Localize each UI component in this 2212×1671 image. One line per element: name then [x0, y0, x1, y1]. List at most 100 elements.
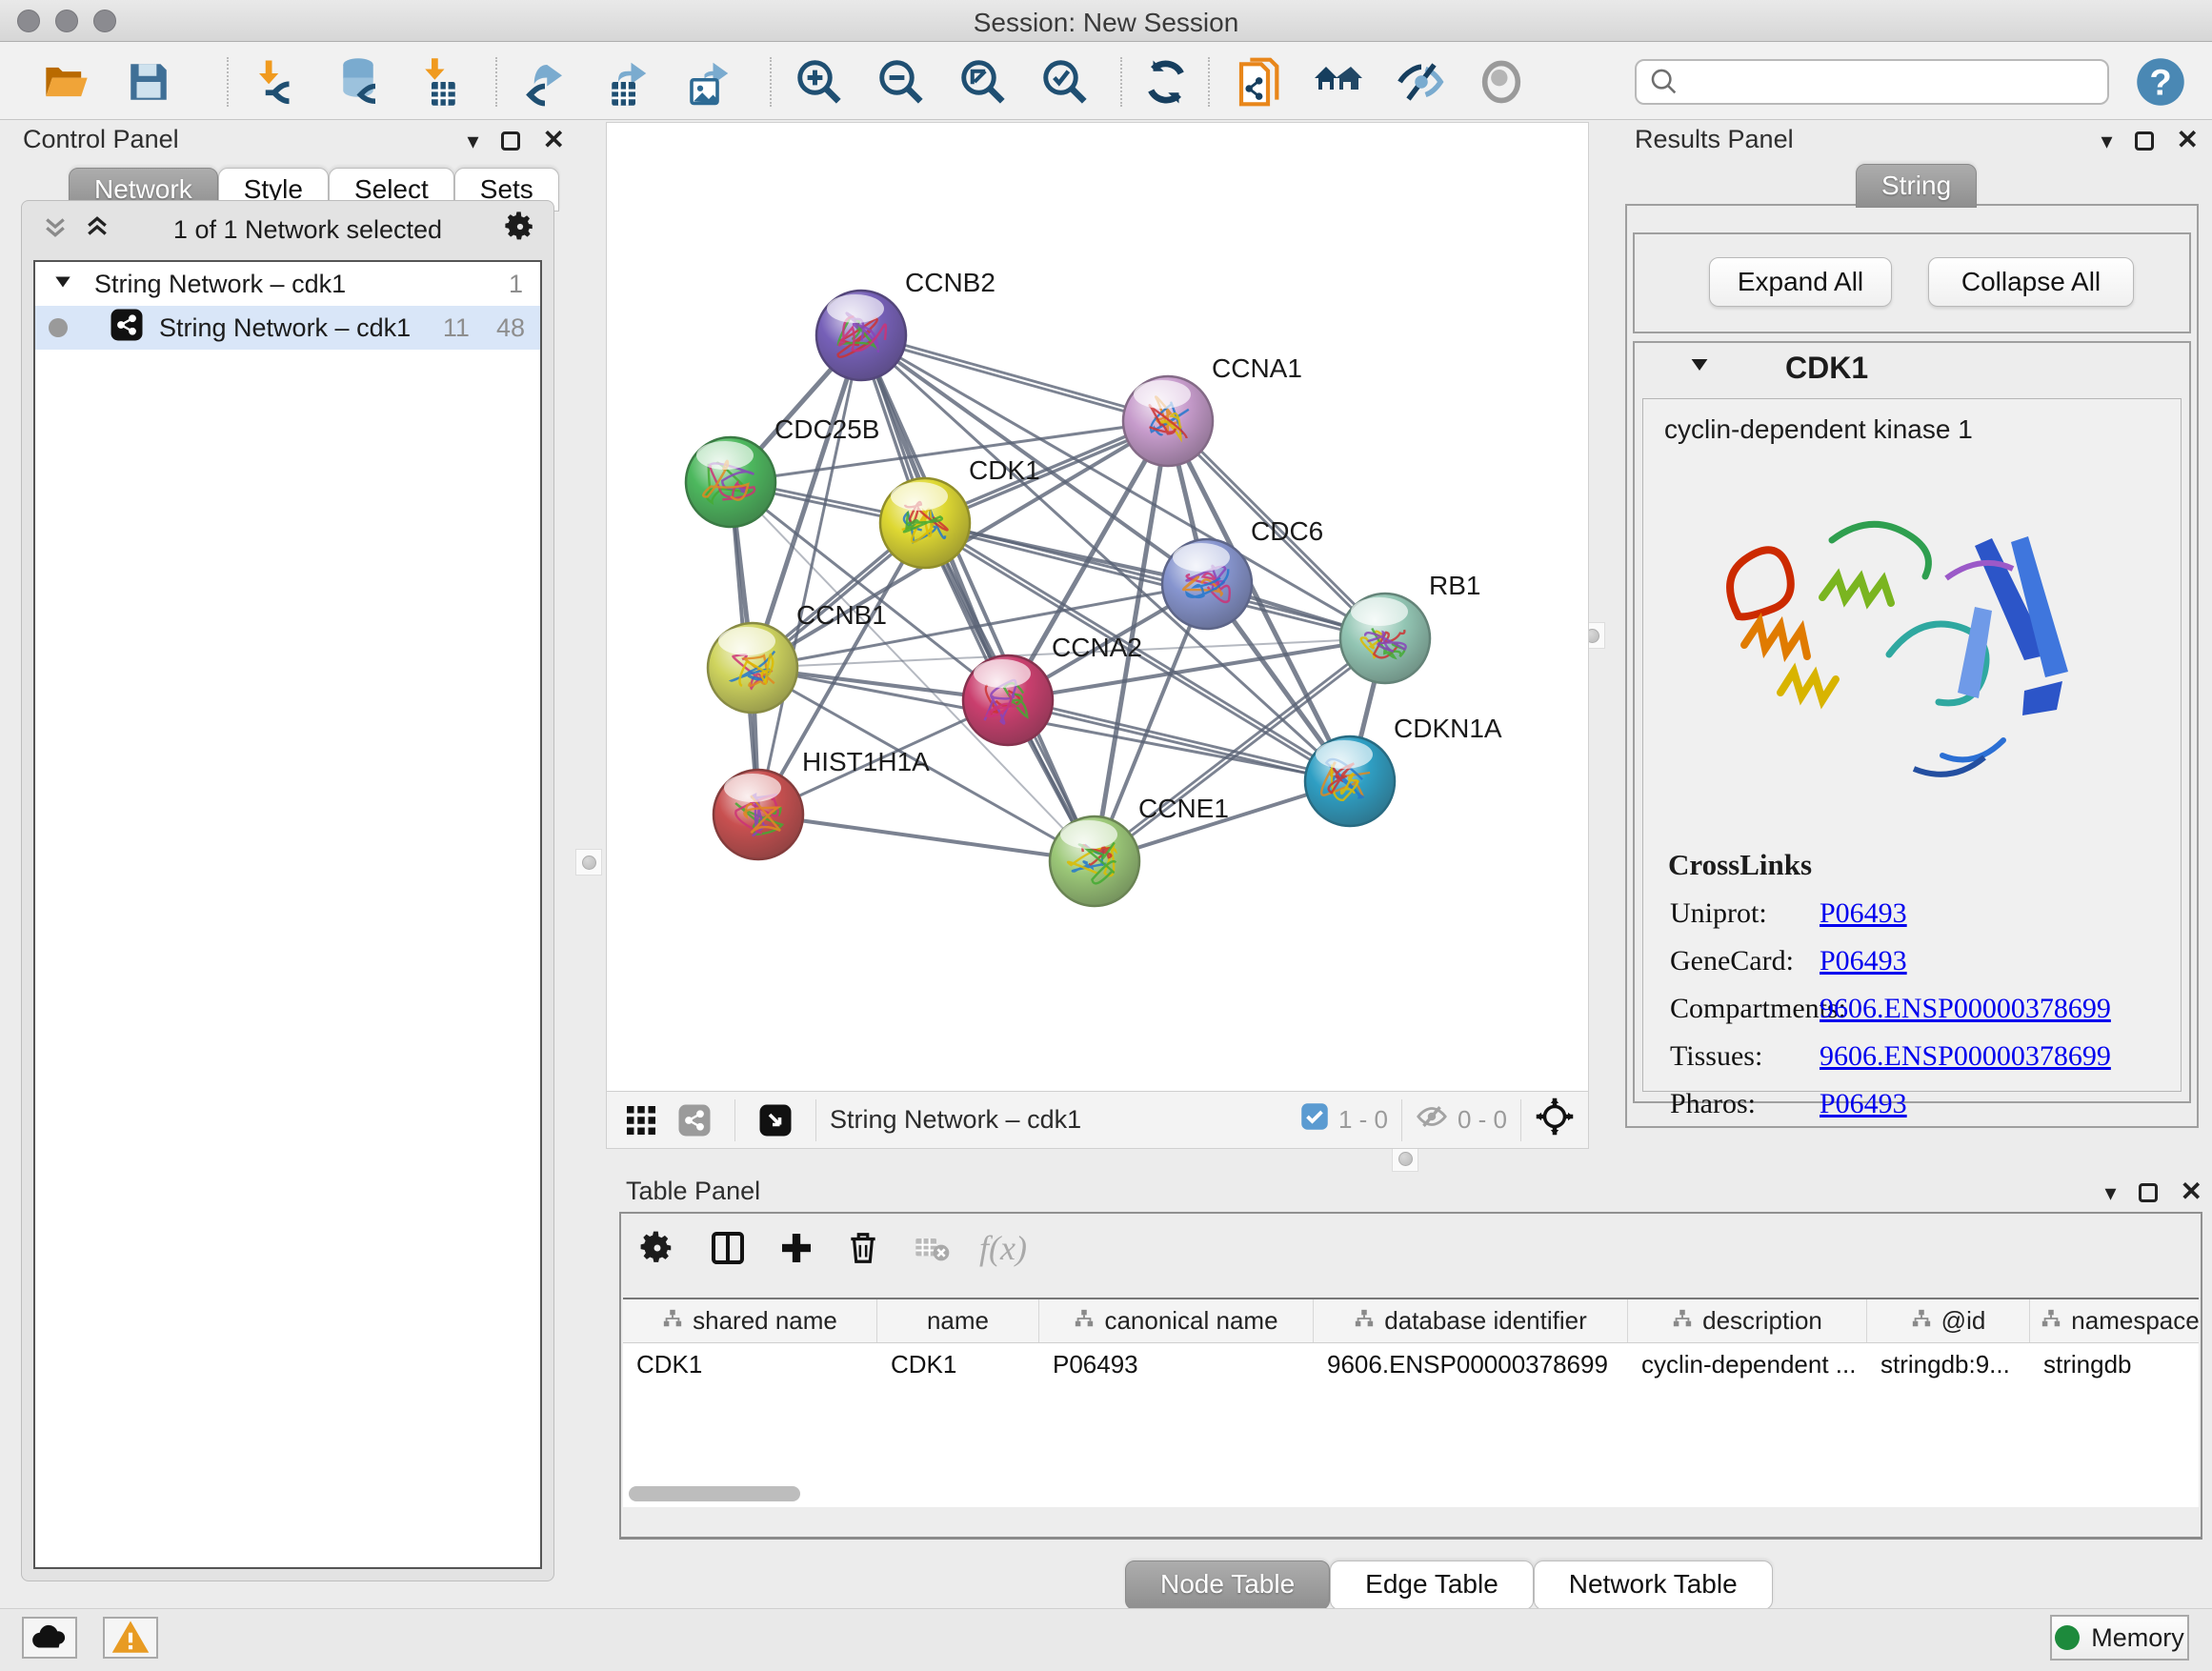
import-network-icon[interactable] — [250, 55, 303, 109]
import-database-icon[interactable] — [332, 55, 385, 109]
zoom-in-icon[interactable] — [793, 55, 846, 109]
show-panel-eye-icon — [1475, 55, 1528, 109]
network-node-HIST1H1A — [714, 770, 803, 859]
expand-all-networks-icon[interactable] — [83, 212, 111, 248]
protein-details: cyclin-dependent kinase 1 — [1642, 398, 2182, 1092]
status-bar: Memory — [0, 1608, 2212, 1671]
panel-close-icon[interactable]: ✕ — [2181, 1176, 2202, 1207]
panel-float-icon[interactable] — [2135, 131, 2154, 151]
column-header[interactable]: canonical name — [1039, 1299, 1314, 1342]
memory-button[interactable]: Memory — [2050, 1615, 2189, 1661]
crosslink-link[interactable]: P06493 — [1820, 1088, 1907, 1120]
zoom-out-icon[interactable] — [875, 55, 928, 109]
string-import-icon[interactable] — [1235, 55, 1288, 109]
network-view[interactable]: CCNB2CCNA1CDC25BCDK1CDC6RB1CCNB1CCNA2CDK… — [606, 122, 1589, 1149]
save-session-icon[interactable] — [122, 55, 175, 109]
collapse-all-networks-icon[interactable] — [41, 212, 70, 248]
crosslink-link[interactable]: P06493 — [1820, 945, 1907, 977]
panel-menu-icon[interactable]: ▾ — [467, 128, 478, 155]
expand-collapse-box: Expand All Collapse All — [1633, 232, 2191, 333]
toolbar-separator — [495, 57, 497, 107]
warning-button[interactable] — [103, 1617, 158, 1659]
column-header[interactable]: description — [1628, 1299, 1867, 1342]
column-header[interactable]: @id — [1867, 1299, 2030, 1342]
search-field[interactable] — [1635, 59, 2109, 105]
node-table[interactable]: shared namenamecanonical namedatabase id… — [623, 1298, 2199, 1507]
network-canvas[interactable]: CCNB2CCNA1CDC25BCDK1CDC6RB1CCNB1CCNA2CDK… — [607, 123, 1590, 1093]
titlebar: Session: New Session — [0, 0, 2212, 42]
selected-checkbox-icon[interactable] — [1300, 1102, 1329, 1137]
zoom-selected-icon[interactable] — [1038, 55, 1092, 109]
column-header[interactable]: shared name — [623, 1299, 877, 1342]
toolbar-separator — [227, 57, 229, 107]
home-icon[interactable] — [1313, 55, 1366, 109]
grid-view-icon[interactable] — [614, 1097, 668, 1144]
network-edge — [758, 815, 1095, 861]
expand-all-button[interactable]: Expand All — [1709, 257, 1892, 307]
table-gear-icon[interactable] — [631, 1224, 684, 1272]
tab-network-table[interactable]: Network Table — [1534, 1560, 1773, 1610]
hidden-eye-icon[interactable] — [1416, 1100, 1448, 1139]
network-view-icon[interactable] — [668, 1097, 721, 1144]
table-row[interactable]: CDK1CDK1P064939606.ENSP00000378699cyclin… — [623, 1343, 2199, 1385]
network-row[interactable]: String Network – cdk1 11 48 — [35, 306, 540, 350]
table-cell: 9606.ENSP00000378699 — [1314, 1343, 1628, 1385]
toolbar-separator — [1208, 57, 1210, 107]
birds-eye-view-icon[interactable] — [749, 1097, 802, 1144]
network-view-toolbar: String Network – cdk1 1 - 0 0 - 0 — [607, 1091, 1588, 1148]
gear-icon[interactable] — [504, 211, 536, 250]
tab-string[interactable]: String — [1856, 164, 1977, 208]
tab-node-table[interactable]: Node Table — [1125, 1560, 1330, 1610]
network-view-title: String Network – cdk1 — [830, 1105, 1081, 1135]
tab-edge-table[interactable]: Edge Table — [1330, 1560, 1534, 1610]
crosslink-link[interactable]: 9606.ENSP00000378699 — [1820, 993, 2111, 1025]
network-edge-count: 48 — [496, 313, 525, 343]
panel-close-icon[interactable]: ✕ — [2177, 124, 2199, 155]
crosslink-row: Uniprot:P06493 — [1643, 897, 2181, 930]
hide-panel-eye-icon[interactable] — [1395, 55, 1448, 109]
crosslink-label: Pharos: — [1643, 1088, 1820, 1120]
add-column-icon[interactable] — [770, 1224, 823, 1272]
function-builder-icon: f(x) — [979, 1228, 1027, 1268]
zoom-fit-icon[interactable] — [956, 55, 1010, 109]
column-sort-icon — [1672, 1306, 1693, 1336]
column-header[interactable]: database identifier — [1314, 1299, 1628, 1342]
node-label-CDK1: CDK1 — [969, 455, 1040, 485]
column-header[interactable]: namespace — [2030, 1299, 2199, 1342]
select-columns-icon[interactable] — [701, 1224, 754, 1272]
cloud-button[interactable] — [22, 1617, 77, 1659]
network-node-CCNE1 — [1050, 816, 1139, 906]
crosslink-row: Pharos:P06493 — [1643, 1088, 2181, 1120]
protein-description: cyclin-dependent kinase 1 — [1643, 399, 2181, 445]
delete-column-icon[interactable] — [836, 1224, 890, 1272]
control-panel-title: Control Panel — [23, 125, 179, 154]
crosslink-link[interactable]: P06493 — [1820, 897, 1907, 930]
column-header[interactable]: name — [877, 1299, 1039, 1342]
help-icon[interactable]: ? — [2134, 55, 2187, 109]
panel-menu-icon[interactable]: ▾ — [2104, 1179, 2116, 1207]
search-input[interactable] — [1680, 68, 2107, 97]
fit-crosshair-icon[interactable] — [1535, 1097, 1575, 1143]
collapse-section-icon[interactable] — [1688, 353, 1711, 383]
crosslink-row: Compartments:9606.ENSP00000378699 — [1643, 993, 2181, 1025]
export-network-icon[interactable] — [518, 55, 572, 109]
panel-close-icon[interactable]: ✕ — [543, 124, 565, 155]
import-table-icon[interactable] — [413, 55, 467, 109]
string-results-container: Expand All Collapse All CDK1 cyclin-depe… — [1625, 204, 2199, 1128]
export-table-icon[interactable] — [600, 55, 654, 109]
tree-expand-icon[interactable] — [52, 270, 73, 299]
refresh-icon[interactable] — [1139, 55, 1193, 109]
table-tabs: Node Table Edge Table Network Table — [1125, 1560, 1773, 1610]
panel-float-icon[interactable] — [501, 131, 520, 151]
node-label-RB1: RB1 — [1429, 571, 1480, 600]
horizontal-scrollbar[interactable] — [629, 1486, 800, 1501]
bottom-splitter-handle[interactable] — [1392, 1145, 1418, 1172]
collapse-all-button[interactable]: Collapse All — [1928, 257, 2134, 307]
open-session-icon[interactable] — [40, 55, 93, 109]
crosslink-link[interactable]: 9606.ENSP00000378699 — [1820, 1040, 2111, 1073]
network-collection-row[interactable]: String Network – cdk1 1 — [35, 262, 540, 306]
panel-float-icon[interactable] — [2139, 1183, 2158, 1202]
panel-menu-icon[interactable]: ▾ — [2101, 128, 2112, 155]
export-image-icon[interactable] — [682, 55, 735, 109]
left-splitter-handle[interactable] — [575, 849, 602, 876]
